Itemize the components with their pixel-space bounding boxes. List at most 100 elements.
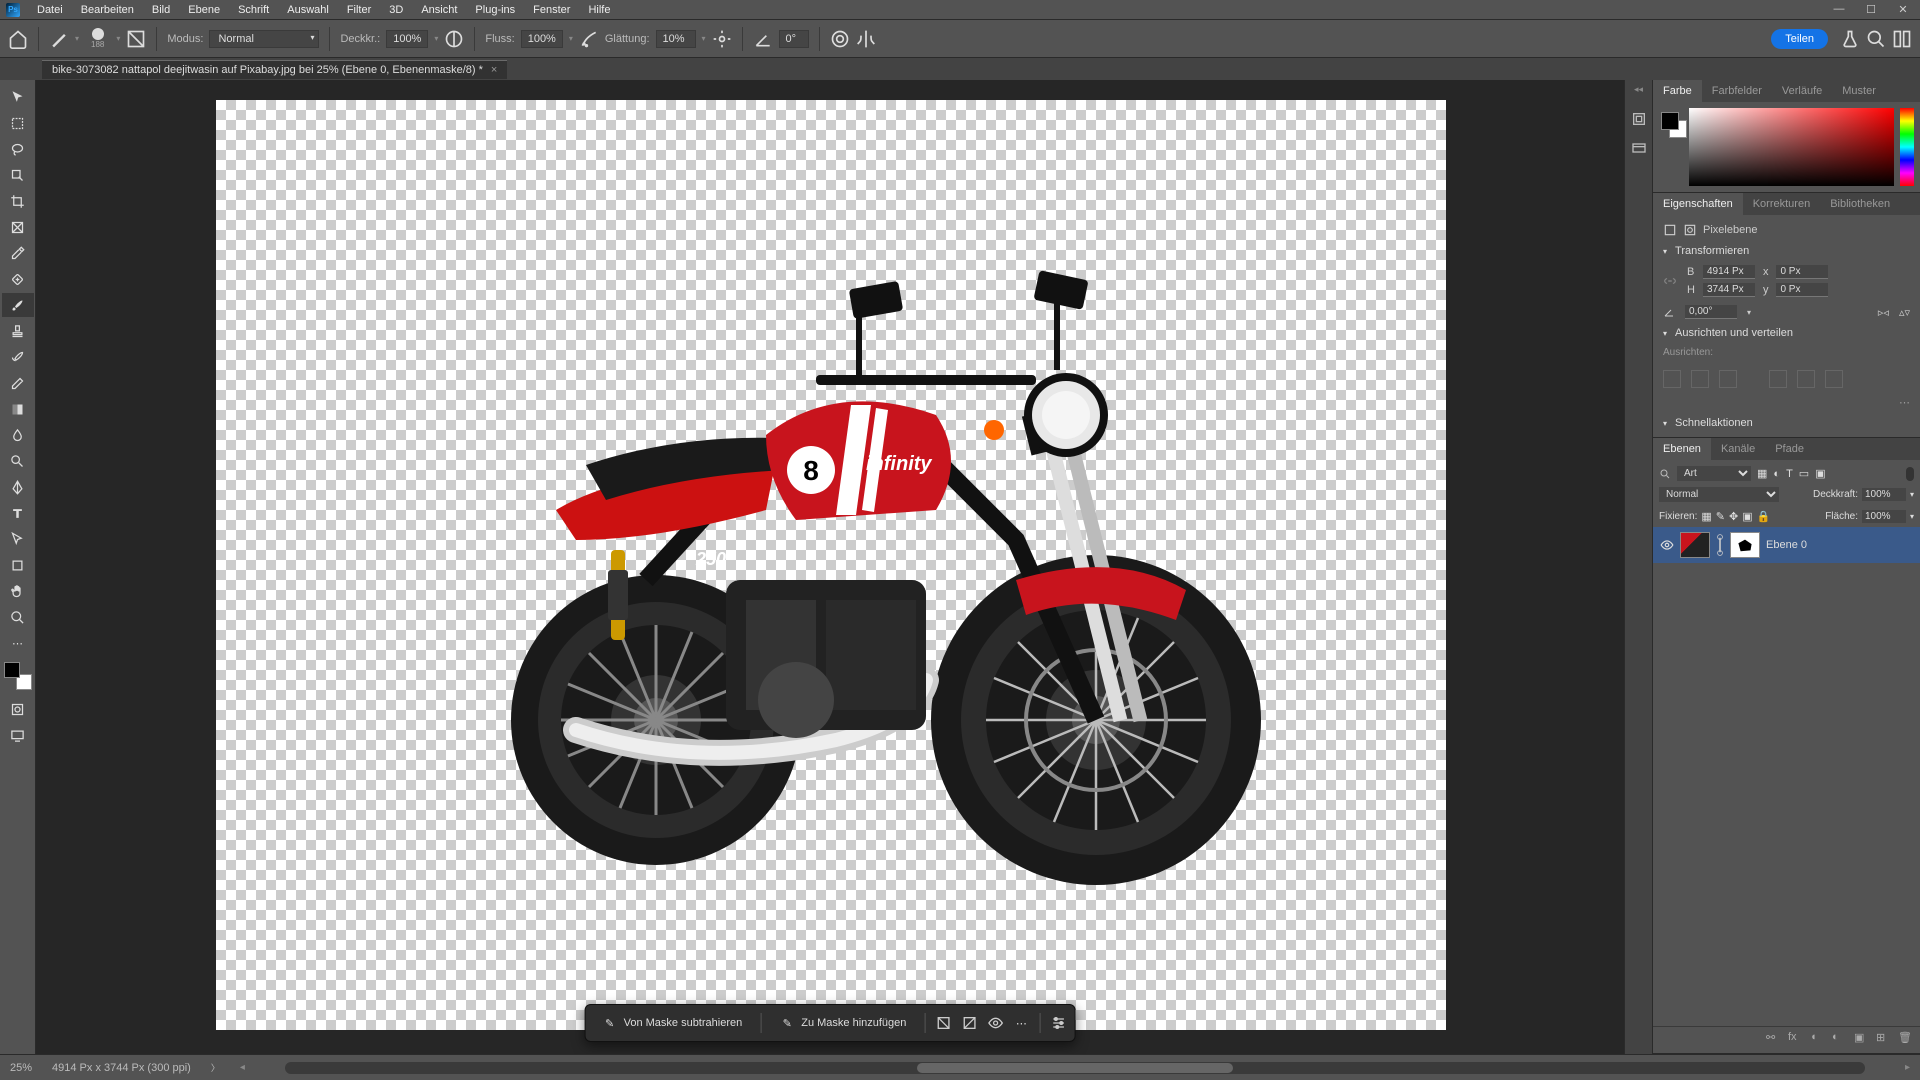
chevron-down-icon[interactable]: ▾ xyxy=(116,34,120,43)
collapse-dock-icon[interactable]: ◂◂ xyxy=(1634,84,1643,95)
workspace-icon[interactable] xyxy=(1892,29,1912,49)
hand-tool[interactable] xyxy=(2,579,34,603)
visibility-icon[interactable] xyxy=(1660,538,1674,552)
tab-kanaele[interactable]: Kanäle xyxy=(1711,438,1765,460)
brush-panel-icon[interactable] xyxy=(126,29,146,49)
tab-muster[interactable]: Muster xyxy=(1832,80,1886,102)
scrollbar-thumb[interactable] xyxy=(917,1063,1233,1073)
beaker-icon[interactable] xyxy=(1840,29,1860,49)
layer-thumbnail[interactable] xyxy=(1680,532,1710,558)
quick-actions-section[interactable]: Schnellaktionen xyxy=(1663,417,1910,429)
chevron-down-icon[interactable]: ▾ xyxy=(434,34,438,43)
tab-korrekturen[interactable]: Korrekturen xyxy=(1743,193,1820,215)
pressure-size-icon[interactable] xyxy=(830,29,850,49)
eye-icon[interactable] xyxy=(987,1015,1003,1031)
pressure-opacity-icon[interactable] xyxy=(444,29,464,49)
color-swatches[interactable] xyxy=(4,662,32,690)
scroll-left-icon[interactable]: ◂ xyxy=(240,1062,245,1073)
quickmask-icon[interactable] xyxy=(2,697,34,721)
horizontal-scrollbar[interactable] xyxy=(285,1062,1865,1074)
y-field[interactable]: 0 Px xyxy=(1776,283,1828,297)
type-tool[interactable] xyxy=(2,501,34,525)
tab-farbfelder[interactable]: Farbfelder xyxy=(1702,80,1772,102)
brush-preview[interactable]: 188 xyxy=(91,28,104,49)
menu-datei[interactable]: Datei xyxy=(28,4,72,16)
new-layer-icon[interactable]: ⊞ xyxy=(1876,1031,1890,1045)
hue-slider[interactable] xyxy=(1900,108,1914,186)
invert-icon[interactable] xyxy=(935,1015,951,1031)
filter-type-icon[interactable]: T xyxy=(1786,468,1793,480)
menu-auswahl[interactable]: Auswahl xyxy=(278,4,338,16)
document-info[interactable]: 4914 Px x 3744 Px (300 ppi) xyxy=(52,1062,191,1074)
menu-ansicht[interactable]: Ansicht xyxy=(412,4,466,16)
menu-hilfe[interactable]: Hilfe xyxy=(579,4,619,16)
tab-eigenschaften[interactable]: Eigenschaften xyxy=(1653,193,1743,215)
x-field[interactable]: 0 Px xyxy=(1776,265,1828,279)
menu-bild[interactable]: Bild xyxy=(143,4,179,16)
stamp-tool[interactable] xyxy=(2,319,34,343)
lock-pixels-icon[interactable]: ✎ xyxy=(1716,510,1725,523)
layer-fill-field[interactable]: 100% xyxy=(1862,510,1906,523)
smoothing-field[interactable]: 10% xyxy=(656,30,696,48)
align-top-icon[interactable] xyxy=(1769,370,1787,388)
zoom-tool[interactable] xyxy=(2,605,34,629)
filter-kind-select[interactable]: Art xyxy=(1677,466,1751,481)
mask-thumbnail[interactable] xyxy=(1730,532,1760,558)
color-field[interactable] xyxy=(1689,108,1894,186)
dock-icon-1[interactable] xyxy=(1631,111,1647,130)
window-maximize-icon[interactable]: ☐ xyxy=(1864,3,1878,16)
chevron-down-icon[interactable]: ▾ xyxy=(569,34,573,43)
blend-mode-select[interactable]: Normal xyxy=(1659,487,1779,502)
lasso-tool[interactable] xyxy=(2,137,34,161)
menu-ebene[interactable]: Ebene xyxy=(179,4,229,16)
link-icon[interactable] xyxy=(1663,274,1677,288)
dodge-tool[interactable] xyxy=(2,449,34,473)
link-mask-icon[interactable] xyxy=(1716,532,1724,558)
tab-verlaeufe[interactable]: Verläufe xyxy=(1772,80,1832,102)
lock-all-icon[interactable]: 🔒 xyxy=(1757,510,1771,523)
more-icon[interactable]: ⋯ xyxy=(1013,1015,1029,1031)
width-field[interactable]: 4914 Px xyxy=(1703,265,1755,279)
menu-bearbeiten[interactable]: Bearbeiten xyxy=(72,4,143,16)
panel-fg-swatch[interactable] xyxy=(1661,112,1679,130)
fx-icon[interactable]: fx xyxy=(1788,1031,1802,1045)
selection-tool[interactable] xyxy=(2,163,34,187)
adjustment-icon[interactable]: ◐ xyxy=(1832,1031,1846,1045)
settings-icon[interactable] xyxy=(1050,1015,1066,1031)
lock-position-icon[interactable]: ✥ xyxy=(1729,510,1738,523)
menu-schrift[interactable]: Schrift xyxy=(229,4,278,16)
zoom-level[interactable]: 25% xyxy=(10,1062,32,1074)
layer-row[interactable]: Ebene 0 xyxy=(1653,527,1920,563)
history-brush-tool[interactable] xyxy=(2,345,34,369)
transform-section[interactable]: Transformieren xyxy=(1663,245,1910,257)
height-field[interactable]: 3744 Px xyxy=(1703,283,1755,297)
more-tools-icon[interactable]: ⋯ xyxy=(2,631,34,655)
panel-color-swatches[interactable] xyxy=(1659,108,1683,186)
align-section[interactable]: Ausrichten und verteilen xyxy=(1663,327,1910,339)
lock-transparency-icon[interactable]: ▦ xyxy=(1701,510,1711,523)
gradient-tool[interactable] xyxy=(2,397,34,421)
tab-pfade[interactable]: Pfade xyxy=(1765,438,1814,460)
layer-name[interactable]: Ebene 0 xyxy=(1766,539,1807,551)
menu-3d[interactable]: 3D xyxy=(380,4,412,16)
layer-opacity-field[interactable]: 100% xyxy=(1862,488,1906,501)
chevron-down-icon[interactable]: ▾ xyxy=(1910,490,1914,499)
eyedropper-tool[interactable] xyxy=(2,241,34,265)
tab-ebenen[interactable]: Ebenen xyxy=(1653,438,1711,460)
menu-plugins[interactable]: Plug-ins xyxy=(466,4,524,16)
align-right-icon[interactable] xyxy=(1719,370,1737,388)
document-tab[interactable]: bike-3073082 nattapol deejitwasin auf Pi… xyxy=(42,60,507,79)
canvas-area[interactable]: 8 infinity 250 xyxy=(36,80,1624,1054)
brush-tool[interactable] xyxy=(2,293,34,317)
filter-adjust-icon[interactable]: ◐ xyxy=(1773,468,1780,480)
home-icon[interactable] xyxy=(8,29,28,49)
frame-tool[interactable] xyxy=(2,215,34,239)
share-button[interactable]: Teilen xyxy=(1771,29,1828,49)
align-bottom-icon[interactable] xyxy=(1825,370,1843,388)
angle-field[interactable]: 0,00° xyxy=(1685,305,1737,319)
tab-farbe[interactable]: Farbe xyxy=(1653,80,1702,102)
path-tool[interactable] xyxy=(2,527,34,551)
subtract-mask-button[interactable]: ✎ Von Maske subtrahieren xyxy=(594,1011,751,1035)
filter-smart-icon[interactable]: ▣ xyxy=(1815,467,1825,480)
add-mask-button[interactable]: ✎ Zu Maske hinzufügen xyxy=(771,1011,914,1035)
